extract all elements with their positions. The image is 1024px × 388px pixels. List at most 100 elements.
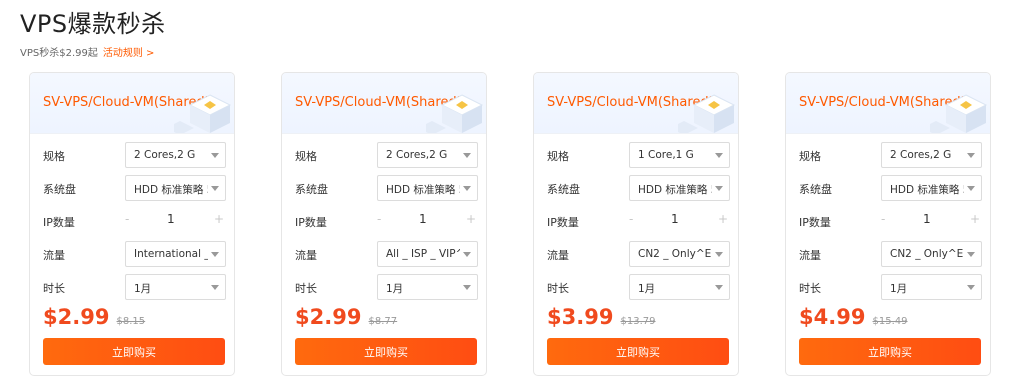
ip-count: 1 — [419, 212, 427, 226]
spec-select[interactable]: 2 Cores,2 G — [881, 142, 982, 168]
spec-row: 规格 2 Cores,2 G — [43, 142, 226, 168]
duration-value: 1月 — [386, 283, 404, 295]
subtitle-text: VPS秒杀$2.99起 — [20, 48, 98, 59]
cube-icon — [426, 94, 484, 133]
price: $2.99 — [295, 305, 362, 329]
increment-button[interactable]: + — [214, 212, 224, 226]
rules-link[interactable]: 活动规则 > — [103, 48, 155, 59]
decrement-button[interactable]: - — [629, 212, 633, 226]
spec-select[interactable]: 2 Cores,2 G — [125, 142, 226, 168]
disk-value: HDD 标准策略 5 — [890, 184, 964, 196]
price: $4.99 — [799, 305, 866, 329]
disk-select[interactable]: HDD 标准策略 5 — [629, 175, 730, 201]
duration-value: 1月 — [638, 283, 656, 295]
chevron-down-icon — [967, 153, 975, 158]
traffic-label: 流量 — [547, 249, 569, 262]
chevron-down-icon — [463, 252, 471, 257]
price-row: $4.99 $15.49 — [799, 305, 908, 333]
traffic-select[interactable]: CN2 _ Only^Ent — [629, 241, 730, 267]
duration-row: 时长 1月 — [799, 274, 982, 300]
decrement-button[interactable]: - — [125, 212, 129, 226]
spec-label: 规格 — [547, 150, 569, 163]
traffic-row: 流量 CN2 _ Only^Ent — [547, 241, 730, 267]
duration-label: 时长 — [799, 282, 821, 295]
traffic-value: CN2 _ Only^Ent — [890, 248, 964, 260]
price-row: $2.99 $8.15 — [43, 305, 145, 333]
chevron-down-icon — [967, 252, 975, 257]
chevron-down-icon — [463, 153, 471, 158]
chevron-down-icon — [211, 153, 219, 158]
decrement-button[interactable]: - — [377, 212, 381, 226]
price: $3.99 — [547, 305, 614, 329]
disk-label: 系统盘 — [43, 183, 76, 196]
traffic-select[interactable]: All _ ISP _ VIP^C — [377, 241, 478, 267]
duration-select[interactable]: 1月 — [377, 274, 478, 300]
cube-icon — [930, 94, 988, 133]
duration-select[interactable]: 1月 — [881, 274, 982, 300]
traffic-select[interactable]: CN2 _ Only^Ent — [881, 241, 982, 267]
duration-row: 时长 1月 — [295, 274, 478, 300]
page-subtitle: VPS秒杀$2.99起 活动规则 > — [20, 48, 166, 60]
traffic-row: 流量 All _ ISP _ VIP^C — [295, 241, 478, 267]
increment-button[interactable]: + — [970, 212, 980, 226]
buy-now-button[interactable]: 立即购买 — [43, 338, 225, 365]
buy-now-button[interactable]: 立即购买 — [547, 338, 729, 365]
buy-now-button[interactable]: 立即购买 — [295, 338, 477, 365]
original-price: $13.79 — [620, 316, 656, 327]
spec-row: 规格 2 Cores,2 G — [799, 142, 982, 168]
page-title: VPS爆款秒杀 — [20, 10, 166, 38]
disk-select[interactable]: HDD 标准策略 5 — [125, 175, 226, 201]
ip-row: IP数量 - 1 + — [547, 208, 728, 234]
chevron-down-icon — [967, 186, 975, 191]
buy-now-button[interactable]: 立即购买 — [799, 338, 981, 365]
chevron-down-icon — [715, 252, 723, 257]
product-card: SV-VPS/Cloud-VM(Shared) 规格 2 Cores,2 G 系… — [785, 72, 991, 376]
disk-row: 系统盘 HDD 标准策略 5 — [547, 175, 730, 201]
ip-stepper: - 1 + — [125, 208, 224, 232]
disk-row: 系统盘 HDD 标准策略 5 — [43, 175, 226, 201]
chevron-down-icon — [715, 153, 723, 158]
price-row: $3.99 $13.79 — [547, 305, 656, 333]
ip-label: IP数量 — [295, 216, 327, 229]
ip-row: IP数量 - 1 + — [799, 208, 980, 234]
price-row: $2.99 $8.77 — [295, 305, 397, 333]
ip-label: IP数量 — [799, 216, 831, 229]
duration-label: 时长 — [43, 282, 65, 295]
traffic-select[interactable]: International _ I — [125, 241, 226, 267]
card-header: SV-VPS/Cloud-VM(Shared) — [30, 73, 234, 134]
product-card: SV-VPS/Cloud-VM(Shared) 规格 2 Cores,2 G 系… — [281, 72, 487, 376]
original-price: $8.15 — [116, 316, 146, 327]
disk-row: 系统盘 HDD 标准策略 5 — [295, 175, 478, 201]
traffic-row: 流量 International _ I — [43, 241, 226, 267]
traffic-label: 流量 — [295, 249, 317, 262]
product-card: SV-VPS/Cloud-VM(Shared) 规格 1 Core,1 G 系统… — [533, 72, 739, 376]
chevron-down-icon — [715, 186, 723, 191]
cube-icon — [174, 94, 232, 133]
disk-label: 系统盘 — [547, 183, 580, 196]
duration-row: 时长 1月 — [43, 274, 226, 300]
duration-select[interactable]: 1月 — [629, 274, 730, 300]
traffic-row: 流量 CN2 _ Only^Ent — [799, 241, 982, 267]
increment-button[interactable]: + — [718, 212, 728, 226]
traffic-label: 流量 — [799, 249, 821, 262]
spec-row: 规格 1 Core,1 G — [547, 142, 730, 168]
disk-select[interactable]: HDD 标准策略 5 — [881, 175, 982, 201]
price: $2.99 — [43, 305, 110, 329]
ip-stepper: - 1 + — [881, 208, 980, 232]
spec-value: 2 Cores,2 G — [134, 149, 196, 161]
decrement-button[interactable]: - — [881, 212, 885, 226]
spec-select[interactable]: 1 Core,1 G — [629, 142, 730, 168]
cube-icon — [678, 94, 736, 133]
ip-count: 1 — [671, 212, 679, 226]
original-price: $15.49 — [872, 316, 908, 327]
duration-value: 1月 — [134, 283, 152, 295]
duration-label: 时长 — [547, 282, 569, 295]
ip-stepper: - 1 + — [377, 208, 476, 232]
page-header: VPS爆款秒杀 VPS秒杀$2.99起 活动规则 > — [20, 8, 166, 60]
spec-select[interactable]: 2 Cores,2 G — [377, 142, 478, 168]
duration-select[interactable]: 1月 — [125, 274, 226, 300]
increment-button[interactable]: + — [466, 212, 476, 226]
ip-row: IP数量 - 1 + — [43, 208, 224, 234]
chevron-down-icon — [715, 285, 723, 290]
disk-select[interactable]: HDD 标准策略 5 — [377, 175, 478, 201]
